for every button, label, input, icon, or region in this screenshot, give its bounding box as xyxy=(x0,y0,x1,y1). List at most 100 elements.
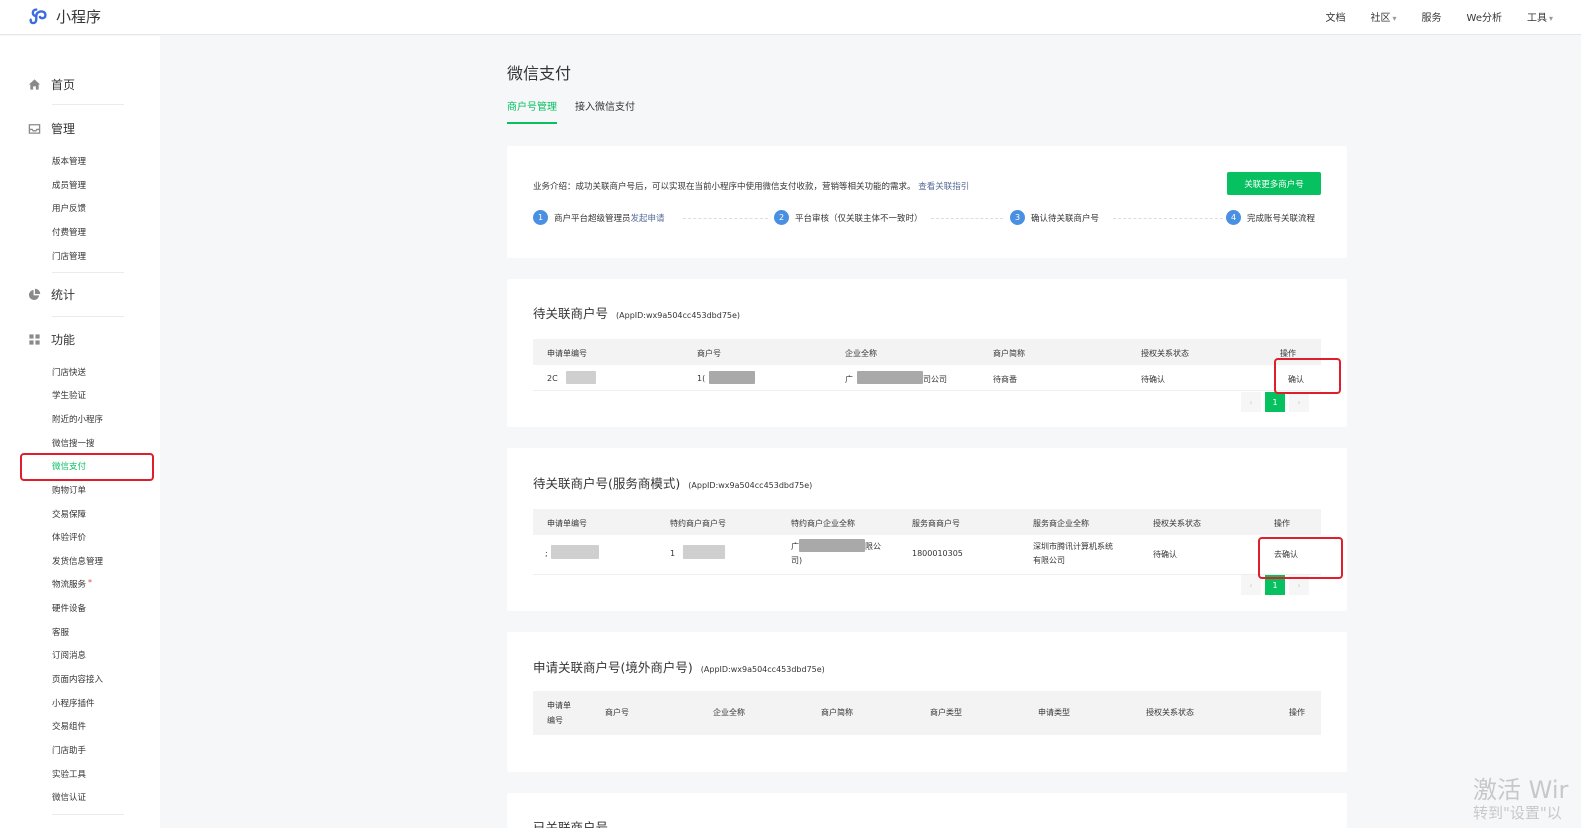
table-row: ; 1 广 限公 司) 1800010305 深圳市腾讯计算机系统 有限公司 待… xyxy=(533,535,1321,575)
service-merchants-card: 待关联商户号(服务商模式) (AppID:wx9a504cc453dbd75e) … xyxy=(507,448,1347,611)
col-header: 特约商户商户号 xyxy=(670,519,726,528)
nav-service[interactable]: 服务 xyxy=(1422,9,1442,24)
sidebar-stats[interactable]: 统计 xyxy=(28,286,75,303)
sidebar-item-trade-guarantee[interactable]: 交易保障 xyxy=(52,508,86,520)
step-4: 4 完成账号关联流程 xyxy=(1226,210,1315,225)
step-connector xyxy=(683,218,768,219)
sidebar-stats-label: 统计 xyxy=(51,288,76,302)
sidebar-item-payment-mgmt[interactable]: 付费管理 xyxy=(52,226,86,238)
cell-id: 2C xyxy=(547,374,558,383)
table-header: 申请单 编号 商户号 企业全称 商户简称 商户类型 申请类型 授权关系状态 操作 xyxy=(533,691,1321,735)
cell-corp-line2: 司) xyxy=(791,556,803,565)
step-4-text: 完成账号关联流程 xyxy=(1247,213,1316,224)
sidebar-item-hardware[interactable]: 硬件设备 xyxy=(52,602,86,614)
sidebar-manage[interactable]: 管理 xyxy=(28,120,75,137)
col-header: 企业全称 xyxy=(713,708,745,717)
nav-tools[interactable]: 工具 xyxy=(1527,9,1553,24)
cell-id: ; xyxy=(545,549,548,558)
step-2: 2 平台审核（仅关联主体不一致时） xyxy=(774,210,923,225)
sidebar-item-store-delivery[interactable]: 门店快送 xyxy=(52,366,86,378)
sidebar-item-review[interactable]: 体验评价 xyxy=(52,531,86,543)
nav-community[interactable]: 社区 xyxy=(1371,9,1397,24)
cell-corp-suffix: 司公司 xyxy=(923,375,947,384)
col-header: 申请单编号 xyxy=(547,349,587,358)
sidebar-item-lab-tools[interactable]: 实验工具 xyxy=(52,768,86,780)
link-more-merchants-button[interactable]: 关联更多商户号 xyxy=(1227,172,1321,195)
sidebar-item-version[interactable]: 版本管理 xyxy=(52,155,86,167)
cell-status: 待确认 xyxy=(1141,375,1165,384)
initiate-request-link[interactable]: 发起申请 xyxy=(631,214,665,224)
sidebar-item-members[interactable]: 成员管理 xyxy=(52,179,86,191)
col-header: 商户号 xyxy=(697,349,721,358)
nav-we-analysis[interactable]: We分析 xyxy=(1467,9,1502,24)
linked-merchants-card: 已关联商户号 xyxy=(507,793,1347,828)
cell-corp-prefix: 广 xyxy=(791,542,799,551)
col-header: 授权关系状态 xyxy=(1141,349,1189,358)
pending-merchants-card: 待关联商户号 (AppID:wx9a504cc453dbd75e) 申请单编号 商… xyxy=(507,279,1347,427)
sidebar-features[interactable]: 功能 xyxy=(28,331,75,348)
col-header: 申请类型 xyxy=(1038,708,1070,717)
prev-page-button[interactable]: ‹ xyxy=(1241,575,1261,595)
col-header: 编号 xyxy=(547,716,563,725)
table-row: 2C 1( 广 司公司 待商番 待确认 确认 xyxy=(533,365,1321,391)
step-number: 2 xyxy=(774,210,789,225)
logo[interactable]: 小程序 xyxy=(28,5,101,27)
tab-merchant-mgmt[interactable]: 商户号管理 xyxy=(507,98,557,124)
intro-description: 业务介绍：成功关联商户号后，可以实现在当前小程序中使用微信支付收款，营销等相关功… xyxy=(533,182,916,192)
redacted-block xyxy=(857,371,923,384)
sidebar-item-customer-service[interactable]: 客服 xyxy=(52,626,69,638)
cell-sp-corp-1: 深圳市腾讯计算机系统 xyxy=(1033,542,1113,551)
highlight-box-sidebar xyxy=(20,453,154,481)
pagination: ‹ 1 › xyxy=(1241,392,1309,412)
sidebar-item-store-assistant[interactable]: 门店助手 xyxy=(52,744,86,756)
sidebar-item-nearby[interactable]: 附近的小程序 xyxy=(52,413,103,425)
table-header: 申请单编号 特约商户商户号 特约商户企业全称 服务商商户号 服务商企业全称 授权… xyxy=(533,509,1321,535)
top-bar: 小程序 文档 社区 服务 We分析 工具 xyxy=(0,0,1581,35)
pending-table: 申请单编号 商户号 企业全称 商户简称 授权关系状态 操作 2C 1( 广 司公… xyxy=(533,339,1321,391)
sidebar-item-shipping-info[interactable]: 发货信息管理 xyxy=(52,555,103,567)
col-header: 授权关系状态 xyxy=(1153,519,1201,528)
top-nav: 文档 社区 服务 We分析 工具 xyxy=(1326,9,1554,24)
new-badge: * xyxy=(88,578,93,587)
table-header: 申请单编号 商户号 企业全称 商户简称 授权关系状态 操作 xyxy=(533,339,1321,365)
steps: 1 商户平台超级管理员发起申请 2 平台审核（仅关联主体不一致时） 3 确认待关… xyxy=(533,210,1323,228)
col-header: 操作 xyxy=(1274,519,1290,528)
divider xyxy=(52,104,124,105)
nav-docs[interactable]: 文档 xyxy=(1326,9,1346,24)
redacted-block xyxy=(799,539,865,552)
sidebar-item-content-access[interactable]: 页面内容接入 xyxy=(52,673,103,685)
divider xyxy=(52,814,124,815)
redacted-block xyxy=(683,545,725,559)
sidebar-item-logistics-label: 物流服务 xyxy=(52,580,87,590)
sidebar-item-store-mgmt[interactable]: 门店管理 xyxy=(52,250,86,262)
col-header: 申请单 xyxy=(547,701,571,710)
divider xyxy=(52,272,124,273)
cell-mch: 1( xyxy=(697,374,706,383)
next-page-button[interactable]: › xyxy=(1289,392,1309,412)
sidebar-item-plugins[interactable]: 小程序插件 xyxy=(52,697,95,709)
sidebar-item-trade-component[interactable]: 交易组件 xyxy=(52,720,86,732)
tab-connect-pay[interactable]: 接入微信支付 xyxy=(575,98,635,124)
home-icon xyxy=(28,79,41,90)
page-title: 微信支付 xyxy=(507,64,572,83)
view-guide-link[interactable]: 查看关联指引 xyxy=(918,182,969,192)
pending-title-text: 待关联商户号 xyxy=(533,306,609,321)
sidebar-item-student-verify[interactable]: 学生验证 xyxy=(52,389,86,401)
sidebar-item-wechat-search[interactable]: 微信搜一搜 xyxy=(52,437,95,449)
sidebar-item-wechat-cert[interactable]: 微信认证 xyxy=(52,791,86,803)
sidebar-item-logistics[interactable]: 物流服务 * xyxy=(52,578,92,590)
miniprogram-logo-icon xyxy=(29,8,47,25)
sidebar-item-subscribe-msg[interactable]: 订阅消息 xyxy=(52,649,86,661)
col-header: 授权关系状态 xyxy=(1146,708,1194,717)
sidebar-home[interactable]: 首页 xyxy=(28,76,75,93)
sidebar-home-label: 首页 xyxy=(51,78,76,92)
sidebar-item-orders[interactable]: 购物订单 xyxy=(52,484,86,496)
col-header: 服务商企业全称 xyxy=(1033,519,1089,528)
tab-bar: 商户号管理 接入微信支付 xyxy=(507,98,635,124)
cell-corp-prefix: 广 xyxy=(845,375,853,384)
step-3: 3 确认待关联商户号 xyxy=(1010,210,1099,225)
page-1-button[interactable]: 1 xyxy=(1265,392,1285,412)
col-header: 操作 xyxy=(1289,708,1305,717)
sidebar-item-feedback[interactable]: 用户反馈 xyxy=(52,202,86,214)
prev-page-button[interactable]: ‹ xyxy=(1241,392,1261,412)
